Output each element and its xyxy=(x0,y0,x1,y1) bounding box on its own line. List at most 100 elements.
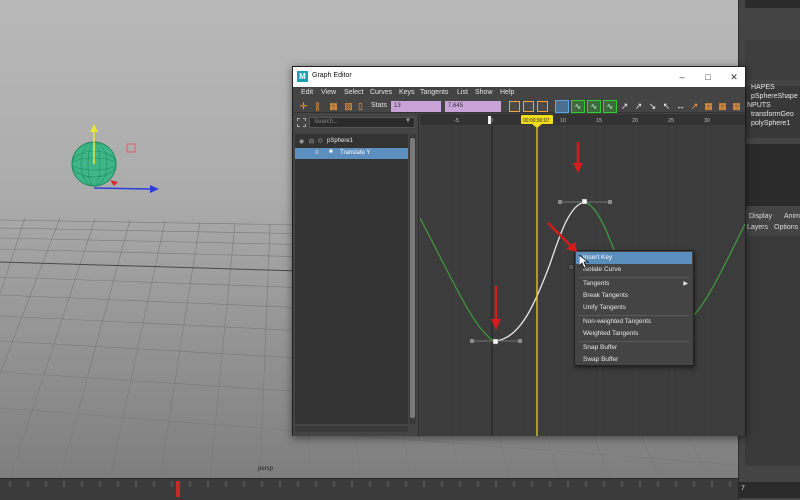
menu-select[interactable]: Select xyxy=(344,89,363,96)
menu-view[interactable]: View xyxy=(321,89,336,96)
free-tangent-icon[interactable]: ↗ xyxy=(689,101,700,112)
unify-tangent-icon[interactable]: ↔ xyxy=(675,101,686,112)
node-list-item[interactable]: transformGeo xyxy=(751,111,794,118)
menu-item-tangents[interactable]: Tangents ▶ xyxy=(576,278,692,290)
ruler-tick: 20 xyxy=(632,118,638,124)
stats-time-field[interactable]: 13 xyxy=(391,101,441,112)
lock-tangent-icon[interactable]: ▦ xyxy=(703,101,714,112)
current-time-label: 00:00:00:07 xyxy=(523,118,550,124)
menu-list[interactable]: List xyxy=(457,89,468,96)
node-list-item[interactable]: polySphere1 xyxy=(751,120,790,127)
curve-outside-left xyxy=(420,217,496,342)
node-list-item[interactable]: pSphereShape xyxy=(751,93,798,100)
visibility-icon[interactable]: ◉ xyxy=(299,138,304,145)
keyframe xyxy=(581,198,588,205)
frame-icon[interactable] xyxy=(297,118,306,127)
menu-show[interactable]: Show xyxy=(475,89,493,96)
current-frame-field[interactable]: 7 xyxy=(738,482,800,498)
graph-outliner: Search... ▼ ◉ ⊟ ◇ pSphere1 ≡ ■ Translate… xyxy=(293,114,419,436)
outliner-item-psphere1[interactable]: ◉ ⊟ ◇ pSphere1 xyxy=(295,136,408,147)
options-menu[interactable]: Options xyxy=(774,224,798,231)
plateau-tangent-icon[interactable]: ↘ xyxy=(647,101,658,112)
menu-item-swap-buffer[interactable]: Swap Buffer xyxy=(576,354,692,366)
outliner-list: ◉ ⊟ ◇ pSphere1 ≡ ■ Translate Y xyxy=(295,134,408,424)
clamped-tangent-icon[interactable]: ∿ xyxy=(587,100,601,113)
layer-list xyxy=(745,236,800,466)
chevron-down-icon[interactable]: ▼ xyxy=(405,118,411,124)
menu-item-label: Tangents xyxy=(583,280,610,287)
outliner-item-label: pSphere1 xyxy=(327,138,354,144)
search-input[interactable]: Search... xyxy=(309,117,415,128)
submenu-arrow-icon: ▶ xyxy=(683,281,688,287)
outliner-scrollbar[interactable] xyxy=(409,134,416,424)
panel-strip xyxy=(745,40,800,80)
menu-item-break-tangents[interactable]: Break Tangents xyxy=(576,290,692,302)
frame-all-icon[interactable] xyxy=(509,101,520,112)
menu-item-isolate-curve[interactable]: Isolate Curve xyxy=(576,264,692,276)
ruler-tick: 10 xyxy=(560,118,566,124)
time-slider[interactable] xyxy=(0,478,738,500)
tab-display[interactable]: Display xyxy=(749,213,772,220)
time-slider-ticks xyxy=(9,481,731,497)
outliner-hscrollbar[interactable] xyxy=(295,426,408,432)
layers-menu[interactable]: Layers xyxy=(747,224,768,231)
lattice-icon[interactable]: ▦ xyxy=(328,101,339,112)
frame-selection-icon[interactable] xyxy=(523,101,534,112)
menu-help[interactable]: Help xyxy=(500,89,514,96)
break-tangent-icon[interactable]: ↖ xyxy=(661,101,672,112)
sphere-object[interactable] xyxy=(60,118,170,200)
move-key-icon[interactable]: ✛ xyxy=(298,101,309,112)
menu-item-unify-tangents[interactable]: Unify Tangents xyxy=(576,302,692,314)
channel-color-icon: ■ xyxy=(329,149,333,155)
menu-edit[interactable]: Edit xyxy=(301,89,313,96)
tab-anim[interactable]: Anim xyxy=(784,213,800,220)
frame-playback-icon[interactable] xyxy=(537,101,548,112)
menu-tangents[interactable]: Tangents xyxy=(420,89,448,96)
step-tangent-icon[interactable]: ↗ xyxy=(633,101,644,112)
camera-label: persp xyxy=(258,466,274,472)
keyframe xyxy=(492,338,499,345)
minimize-icon[interactable]: – xyxy=(675,70,689,84)
menu-curves[interactable]: Curves xyxy=(370,89,392,96)
menu-bar: Edit View Select Curves Keys Tangents Li… xyxy=(293,87,745,99)
linear-tangent-icon[interactable]: ∿ xyxy=(603,100,617,113)
auto-tangent-icon[interactable] xyxy=(555,100,569,113)
spline-tangent-icon[interactable]: ∿ xyxy=(571,100,585,113)
menu-item-weighted-tangents[interactable]: Weighted Tangents xyxy=(576,328,692,340)
menu-keys[interactable]: Keys xyxy=(399,89,415,96)
mouse-cursor-icon xyxy=(579,255,589,269)
close-icon[interactable]: ✕ xyxy=(727,70,741,84)
region-icon[interactable]: ▨ xyxy=(343,101,354,112)
annotation-arrow-icon xyxy=(573,142,583,173)
maximize-icon[interactable]: □ xyxy=(701,70,715,84)
channel-box-panel: HAPES pSphereShape NPUTS transformGeo po… xyxy=(738,0,800,500)
graph-toolbar: ✛ ∥ ▦ ▨ ▯ Stats 13 7.645 ∿ ∿ ∿ ↗ ↗ ↘ ↖ ↔… xyxy=(293,99,745,113)
retime-icon[interactable]: ▯ xyxy=(355,101,366,112)
window-titlebar[interactable]: M Graph Editor – □ ✕ xyxy=(293,67,745,87)
menu-item-non-weighted-tangents[interactable]: Non-weighted Tangents xyxy=(576,316,692,328)
window-title: Graph Editor xyxy=(312,72,352,79)
menu-pin-icon xyxy=(568,264,574,270)
channel-icon: ≡ xyxy=(315,150,319,156)
annotation-arrow-icon xyxy=(547,222,577,252)
panel-strip xyxy=(745,0,800,8)
swap-buffer-icon[interactable]: ▦ xyxy=(731,101,742,112)
maya-app-icon: M xyxy=(297,71,308,82)
node-list-item: NPUTS xyxy=(747,102,771,109)
expand-icon[interactable]: ⊟ xyxy=(309,138,314,145)
menu-item-snap-buffer[interactable]: Snap Buffer xyxy=(576,342,692,354)
annotation-arrow-icon xyxy=(491,286,501,330)
context-menu: Insert Key Isolate Curve Tangents ▶ Brea… xyxy=(574,250,694,366)
node-list-item: HAPES xyxy=(751,84,775,91)
scrollbar-thumb[interactable] xyxy=(410,138,415,418)
menu-item-insert-key[interactable]: Insert Key xyxy=(576,252,692,264)
insert-key-icon[interactable]: ∥ xyxy=(312,101,323,112)
outliner-item-translate-y[interactable]: ≡ ■ Translate Y xyxy=(295,148,408,159)
ruler-tick: 30 xyxy=(704,118,710,124)
ruler-tick: -5 xyxy=(454,118,459,124)
flat-tangent-icon[interactable]: ↗ xyxy=(619,101,630,112)
keyframe-marker xyxy=(176,481,180,497)
buffer-curve-icon[interactable]: ▦ xyxy=(717,101,728,112)
ruler-tick: 25 xyxy=(668,118,674,124)
stats-value-field[interactable]: 7.645 xyxy=(445,101,501,112)
